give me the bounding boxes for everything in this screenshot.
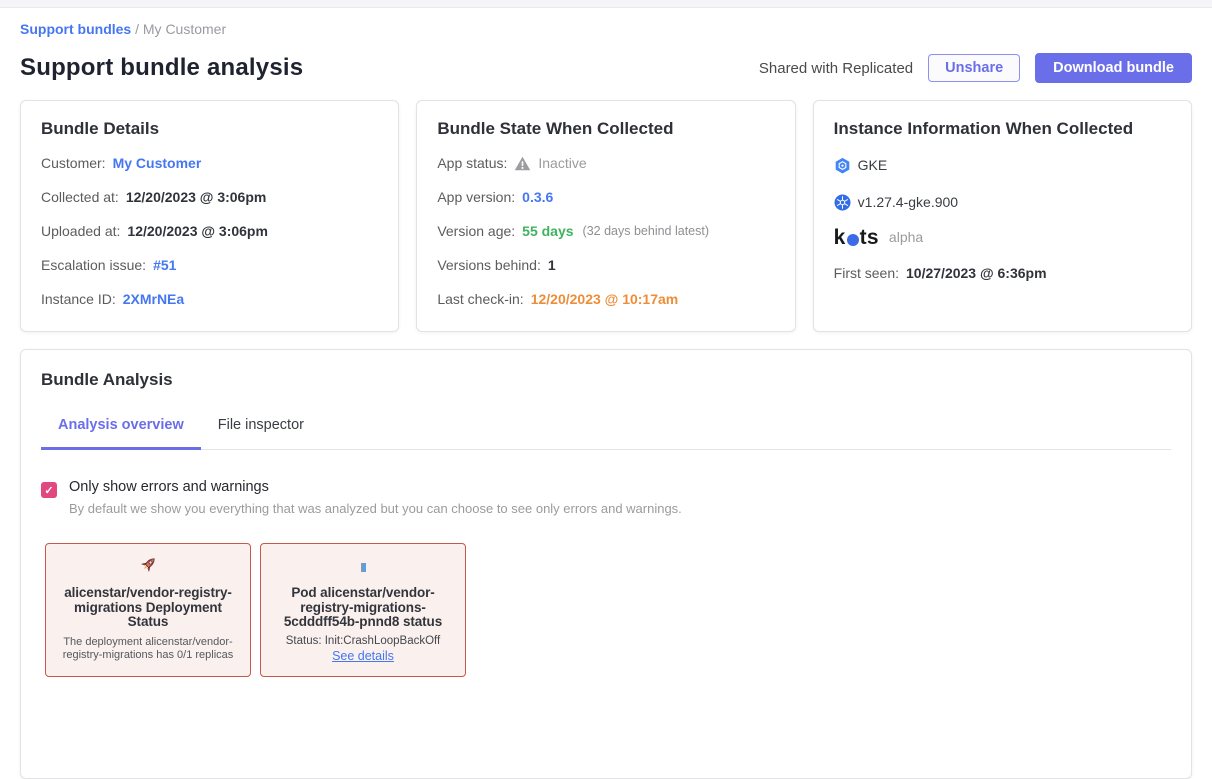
breadcrumb-current: My Customer [143,21,226,37]
version-age-value: 55 days [522,222,573,241]
result-title: Pod alicenstar/vendor-registry-migration… [271,586,455,630]
breadcrumb-support-bundles-link[interactable]: Support bundles [20,21,131,37]
analysis-results-row: alicenstar/vendor-registry-migrations De… [41,543,1171,677]
uploaded-at-row: Uploaded at: 12/20/2023 @ 3:06pm [41,222,378,241]
first-seen-value: 10/27/2023 @ 6:36pm [906,264,1047,283]
app-status-row: App status: Inactive [437,154,774,173]
first-seen-row: First seen: 10/27/2023 @ 6:36pm [834,264,1171,283]
result-detail: The deployment alicenstar/vendor-registr… [56,636,240,662]
collected-at-row: Collected at: 12/20/2023 @ 3:06pm [41,188,378,207]
shared-status-text: Shared with Replicated [759,60,913,77]
instance-info-title: Instance Information When Collected [834,119,1171,139]
app-version-label: App version: [437,188,515,207]
app-version-row: App version: 0.3.6 [437,188,774,207]
customer-label: Customer: [41,154,106,173]
tab-file-inspector[interactable]: File inspector [201,417,321,450]
uploaded-at-value: 12/20/2023 @ 3:06pm [127,222,268,241]
result-icon-wrap [271,557,455,577]
instance-id-link[interactable]: 2XMrNEa [123,290,184,309]
collected-at-label: Collected at: [41,188,119,207]
instance-id-row: Instance ID: 2XMrNEa [41,290,378,309]
filter-description: By default we show you everything that w… [69,501,682,516]
analysis-result-card-pod: Pod alicenstar/vendor-registry-migration… [260,543,466,677]
info-cards-row: Bundle Details Customer: My Customer Col… [20,100,1192,332]
tab-analysis-overview[interactable]: Analysis overview [41,417,201,450]
distribution-row: GKE [834,156,1171,175]
versions-behind-value: 1 [548,256,556,275]
last-checkin-value: 12/20/2023 @ 10:17am [531,290,679,309]
instance-id-label: Instance ID: [41,290,116,309]
escalation-issue-row: Escalation issue: #51 [41,256,378,275]
kots-channel-value: alpha [889,228,923,247]
version-age-note: (32 days behind latest) [583,222,709,241]
rocket-icon [138,555,158,580]
header-actions: Shared with Replicated Unshare Download … [759,53,1192,83]
page-content: Support bundles / My Customer Support bu… [0,21,1212,779]
only-errors-checkbox[interactable]: ✓ [41,482,57,498]
version-age-label: Version age: [437,222,515,241]
breadcrumb-separator: / [135,21,139,37]
customer-row: Customer: My Customer [41,154,378,173]
k8s-version-value: v1.27.4-gke.900 [858,193,958,212]
app-status-label: App status: [437,154,507,173]
filter-text-block: Only show errors and warnings By default… [69,479,682,516]
bundle-details-title: Bundle Details [41,119,378,139]
kots-logo: kts [834,229,879,246]
versions-behind-label: Versions behind: [437,256,541,275]
bundle-state-card: Bundle State When Collected App status: … [416,100,795,332]
instance-info-card: Instance Information When Collected GKE [813,100,1192,332]
result-title: alicenstar/vendor-registry-migrations De… [56,586,240,630]
bundle-state-title: Bundle State When Collected [437,119,774,139]
filter-label: Only show errors and warnings [69,479,682,495]
customer-link[interactable]: My Customer [113,154,202,173]
breadcrumb: Support bundles / My Customer [20,21,1192,37]
result-status: Status: Init:CrashLoopBackOff [271,635,455,647]
gke-icon [834,157,851,174]
last-checkin-row: Last check-in: 12/20/2023 @ 10:17am [437,290,774,309]
see-details-link[interactable]: See details [332,649,394,663]
distribution-value: GKE [858,156,888,175]
warning-triangle-icon [514,155,531,172]
app-status-value: Inactive [538,154,586,173]
kots-row: kts alpha [834,228,1171,247]
escalation-issue-label: Escalation issue: [41,256,146,275]
escalation-issue-link[interactable]: #51 [153,256,176,275]
unshare-button[interactable]: Unshare [928,54,1020,82]
versions-behind-row: Versions behind: 1 [437,256,774,275]
bundle-analysis-title: Bundle Analysis [41,370,1171,390]
bundle-analysis-panel: Bundle Analysis Analysis overview File i… [20,349,1192,779]
kubernetes-icon [834,194,851,211]
app-version-link[interactable]: 0.3.6 [522,188,553,207]
errors-warnings-filter: ✓ Only show errors and warnings By defau… [41,479,1171,516]
last-checkin-label: Last check-in: [437,290,523,309]
download-bundle-button[interactable]: Download bundle [1035,53,1192,83]
kots-logo-o-dot [847,234,859,246]
first-seen-label: First seen: [834,264,899,283]
bundle-details-card: Bundle Details Customer: My Customer Col… [20,100,399,332]
top-nav-edge [0,0,1212,8]
page-title: Support bundle analysis [20,54,303,82]
analysis-tabs: Analysis overview File inspector [41,417,1171,450]
page-header: Support bundle analysis Shared with Repl… [20,53,1192,83]
version-age-row: Version age: 55 days (32 days behind lat… [437,222,774,241]
k8s-version-row: v1.27.4-gke.900 [834,193,1171,212]
collected-at-value: 12/20/2023 @ 3:06pm [126,188,267,207]
analysis-result-card-deployment: alicenstar/vendor-registry-migrations De… [45,543,251,677]
uploaded-at-label: Uploaded at: [41,222,120,241]
pod-icon [361,563,366,572]
result-icon-wrap [56,557,240,577]
